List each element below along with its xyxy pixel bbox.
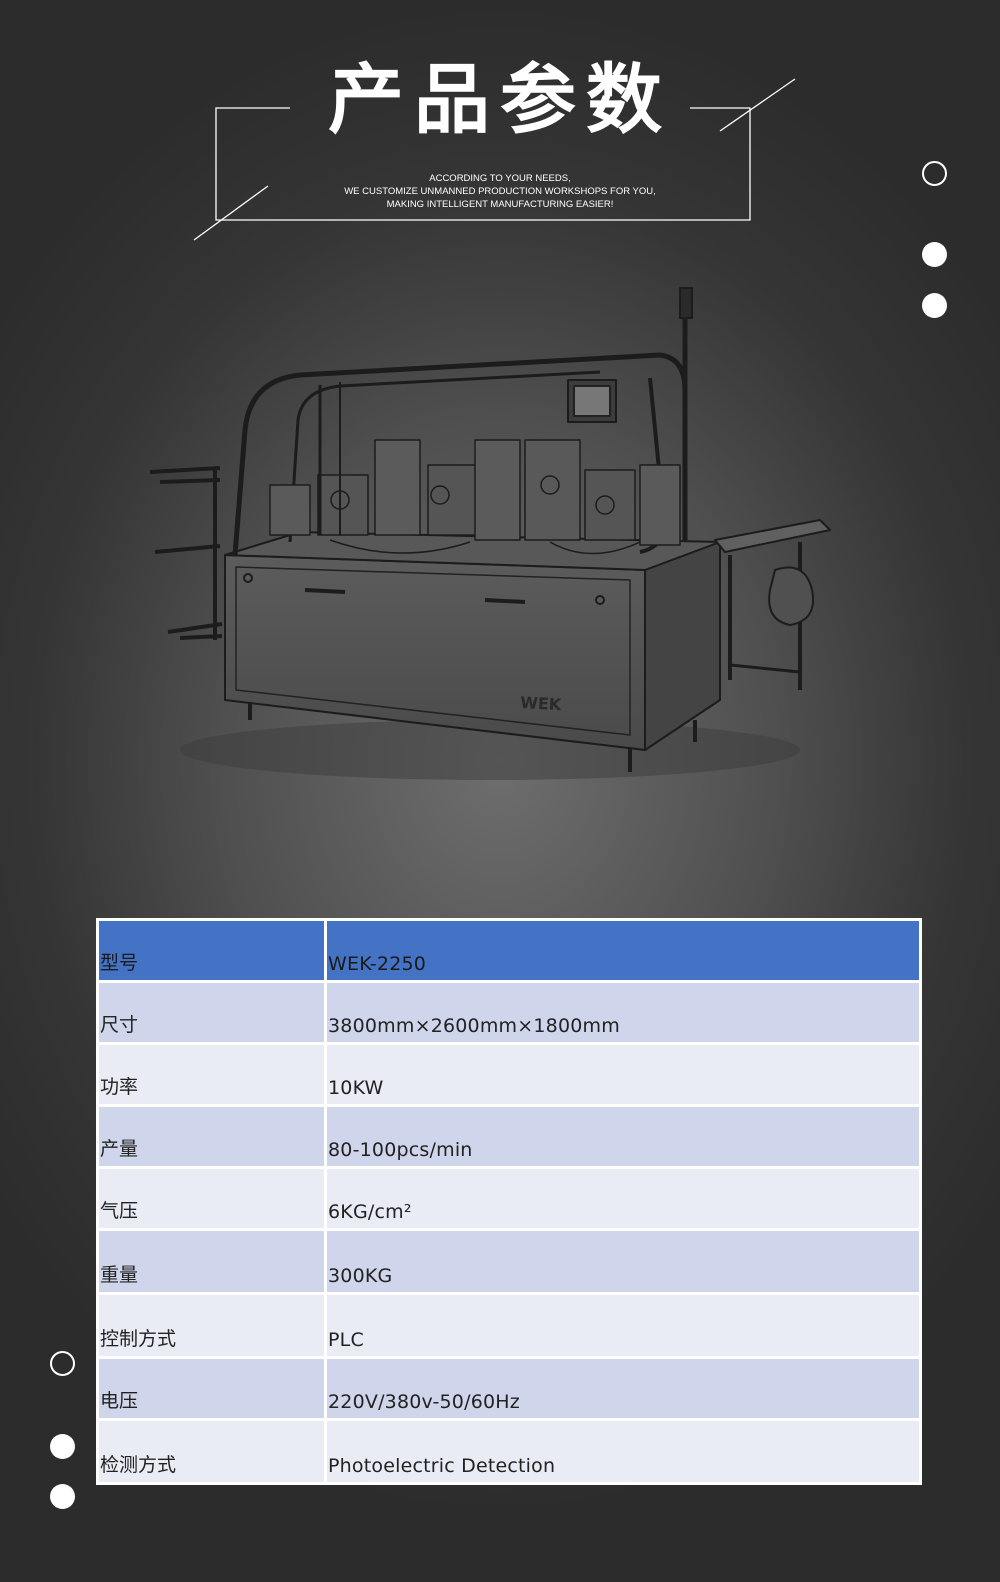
- spec-table: 型号 WEK-2250 尺寸 3800mm×2600mm×1800mm 功率 1…: [96, 918, 922, 1485]
- ring-dot: [50, 1351, 75, 1376]
- table-row: 电压 220V/380v-50/60Hz: [96, 1356, 922, 1421]
- page-subtitle: ACCORDING TO YOUR NEEDS, WE CUSTOMIZE UN…: [0, 172, 1000, 211]
- spec-label: 检测方式: [96, 1418, 327, 1485]
- spec-label: 功率: [96, 1042, 327, 1107]
- spec-value: 3800mm×2600mm×1800mm: [324, 980, 922, 1045]
- machine-illustration: WEK: [149, 287, 831, 780]
- table-row: 尺寸 3800mm×2600mm×1800mm: [96, 980, 922, 1045]
- subtitle-line: ACCORDING TO YOUR NEEDS,: [429, 173, 571, 184]
- table-row: 功率 10KW: [96, 1042, 922, 1107]
- spec-label: 重量: [96, 1228, 327, 1295]
- filled-dot: [922, 242, 947, 267]
- spec-value: 6KG/cm²: [324, 1166, 922, 1231]
- spec-label: 气压: [96, 1166, 327, 1231]
- table-row: 产量 80-100pcs/min: [96, 1104, 922, 1169]
- spec-value: 300KG: [324, 1228, 922, 1295]
- spec-label: 产量: [96, 1104, 327, 1169]
- subtitle-line: WE CUSTOMIZE UNMANNED PRODUCTION WORKSHO…: [344, 186, 656, 197]
- spec-value: WEK-2250: [324, 918, 922, 983]
- table-row: 重量 300KG: [96, 1228, 922, 1295]
- spec-value: PLC: [324, 1292, 922, 1359]
- filled-dot: [922, 293, 947, 318]
- page-title: 产品参数: [328, 55, 672, 144]
- spec-value: 80-100pcs/min: [324, 1104, 922, 1169]
- ring-dot: [922, 161, 947, 186]
- spec-label: 型号: [96, 918, 327, 983]
- table-row: 检测方式 Photoelectric Detection: [96, 1418, 922, 1485]
- spec-label: 电压: [96, 1356, 327, 1421]
- spec-label: 尺寸: [96, 980, 327, 1045]
- subtitle-line: MAKING INTELLIGENT MANUFACTURING EASIER!: [386, 199, 614, 210]
- filled-dot: [50, 1484, 75, 1509]
- table-row: 气压 6KG/cm²: [96, 1166, 922, 1231]
- table-row: 控制方式 PLC: [96, 1292, 922, 1359]
- table-row: 型号 WEK-2250: [96, 918, 922, 983]
- brand-logo: WEK: [520, 693, 563, 714]
- filled-dot: [50, 1434, 75, 1459]
- spec-value: 10KW: [324, 1042, 922, 1107]
- spec-label: 控制方式: [96, 1292, 327, 1359]
- spec-value: 220V/380v-50/60Hz: [324, 1356, 922, 1421]
- spec-value: Photoelectric Detection: [324, 1418, 922, 1485]
